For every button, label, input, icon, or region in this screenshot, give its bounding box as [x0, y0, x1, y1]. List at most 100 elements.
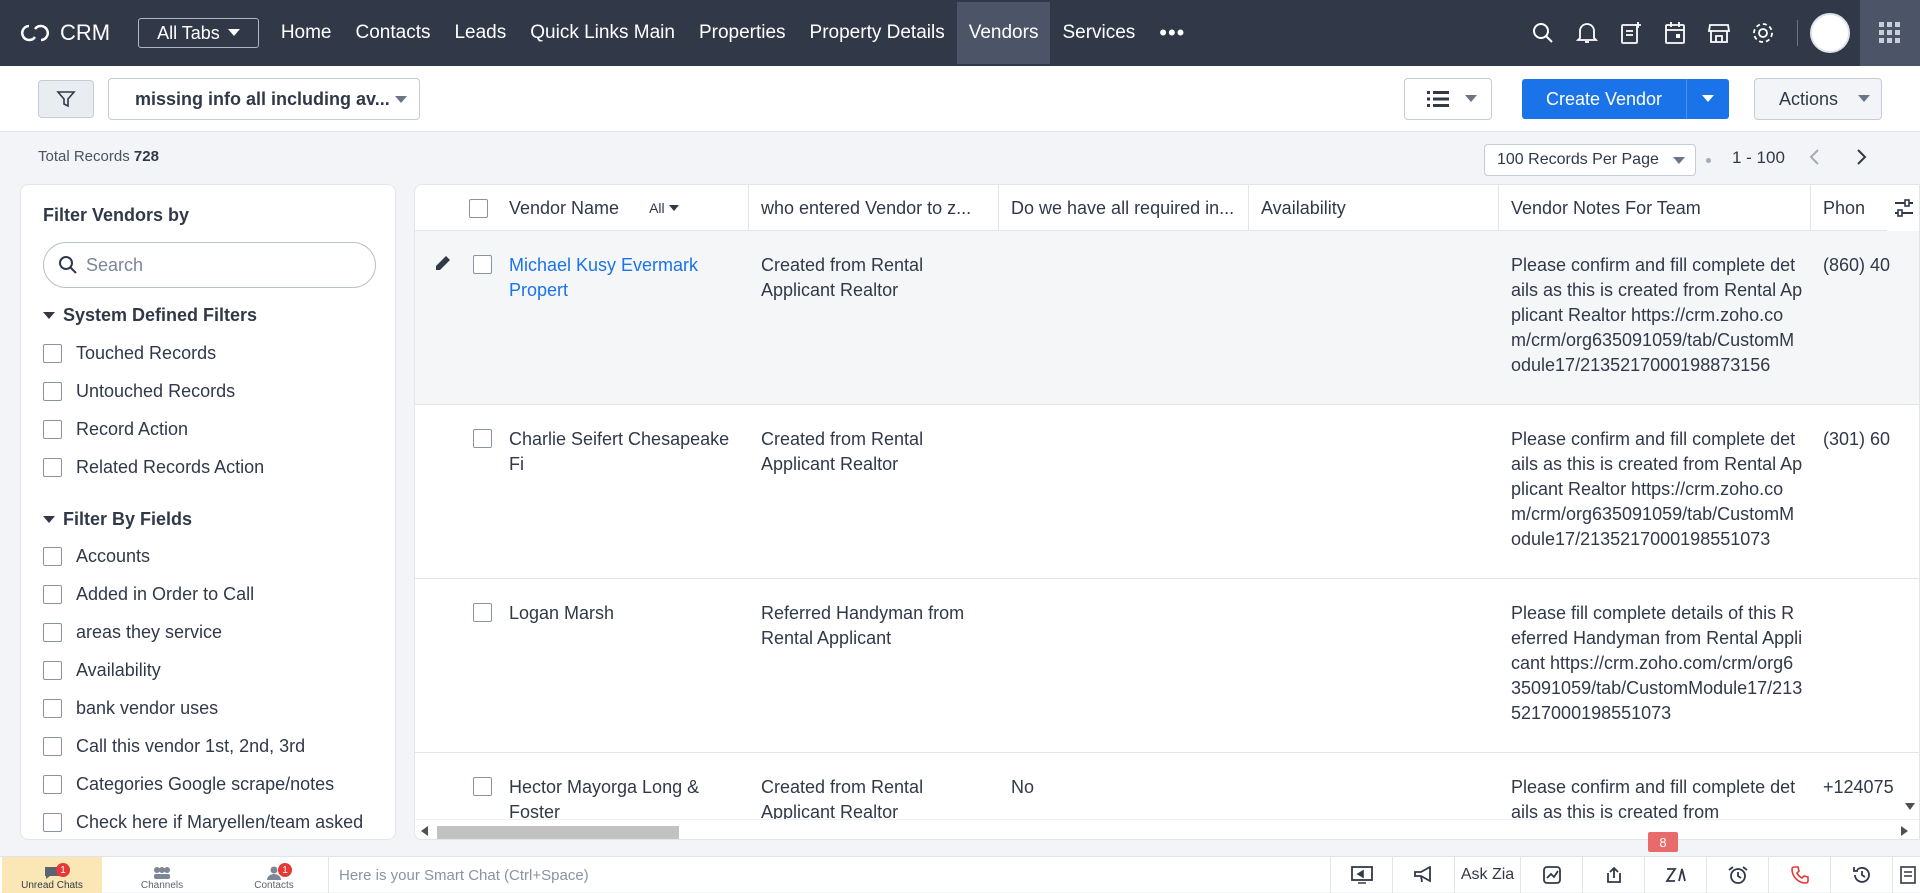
horizontal-scrollbar[interactable] [415, 819, 1919, 839]
apps-grid-icon[interactable] [1860, 0, 1920, 66]
filter-field-item[interactable]: Check here if Maryellen/team asked [43, 812, 363, 833]
tab-vendors[interactable]: Vendors [956, 2, 1051, 64]
name-filter-dropdown[interactable]: All [649, 200, 679, 216]
system-filters-section[interactable]: System Defined Filters [43, 305, 257, 326]
scroll-down-arrow-icon[interactable] [1905, 803, 1915, 811]
bell-icon[interactable] [1565, 11, 1609, 55]
filter-toggle-button[interactable] [38, 80, 94, 118]
tab-leads[interactable]: Leads [442, 2, 518, 64]
column-availability[interactable]: Availability [1249, 185, 1499, 231]
phone-icon[interactable] [1768, 857, 1830, 893]
scroll-right-arrow-icon[interactable] [1901, 826, 1909, 836]
field-filters-section[interactable]: Filter By Fields [43, 509, 192, 530]
row-checkbox[interactable] [473, 777, 492, 796]
chevron-right-icon[interactable] [1856, 148, 1868, 166]
filter-touched-records[interactable]: Touched Records [43, 343, 216, 364]
all-tabs-dropdown[interactable]: All Tabs [138, 18, 259, 48]
table-row[interactable]: Charlie Seifert Chesapeake Fi Created fr… [415, 405, 1919, 579]
unread-chats-tab[interactable]: 1 Unread Chats [2, 857, 102, 893]
checkbox[interactable] [43, 585, 62, 604]
vendor-name-cell[interactable]: Charlie Seifert Chesapeake Fi [509, 427, 739, 477]
chevron-left-icon[interactable] [1808, 148, 1820, 166]
checkbox[interactable] [43, 623, 62, 642]
filter-record-action[interactable]: Record Action [43, 419, 188, 440]
records-per-page-dropdown[interactable]: 100 Records Per Page [1484, 144, 1696, 176]
channels-tab[interactable]: Channels [112, 857, 212, 893]
checkbox[interactable] [43, 737, 62, 756]
tab-home[interactable]: Home [269, 2, 344, 64]
filter-field-item[interactable]: Categories Google scrape/notes [43, 774, 334, 795]
filter-field-item[interactable]: Accounts [43, 546, 150, 567]
checkbox[interactable] [43, 458, 62, 477]
sidebar-search-input[interactable]: Search [43, 242, 376, 288]
pencil-icon[interactable] [433, 253, 453, 273]
create-options-dropdown[interactable] [1686, 79, 1729, 119]
column-vendor-name[interactable]: Vendor Name All [497, 185, 749, 231]
crm-logo[interactable]: CRM [20, 20, 110, 46]
table-row[interactable]: Logan Marsh Referred Handyman from Renta… [415, 579, 1919, 753]
checkbox[interactable] [43, 813, 62, 832]
actions-dropdown[interactable]: Actions [1754, 78, 1882, 120]
row-checkbox[interactable] [473, 429, 492, 448]
filter-untouched-records[interactable]: Untouched Records [43, 381, 235, 402]
checkbox[interactable] [43, 547, 62, 566]
calendar-icon[interactable] [1653, 11, 1697, 55]
tab-services[interactable]: Services [1050, 2, 1147, 64]
column-settings-icon[interactable] [1887, 185, 1919, 231]
who-entered-cell: Referred Handyman from Rental Applicant [761, 603, 965, 648]
create-vendor-button[interactable]: Create Vendor [1522, 79, 1729, 119]
actions-label: Actions [1779, 88, 1839, 109]
tab-property-details[interactable]: Property Details [798, 2, 957, 64]
custom-view-dropdown[interactable]: missing info all including av... [108, 78, 420, 120]
marketplace-icon[interactable] [1697, 11, 1741, 55]
checkbox[interactable] [43, 661, 62, 680]
notes-icon[interactable] [1892, 857, 1920, 893]
notification-count-badge: 8 [1648, 832, 1678, 852]
checkbox[interactable] [43, 420, 62, 439]
column-vendor-notes[interactable]: Vendor Notes For Team [1499, 185, 1811, 231]
scrollbar-thumb[interactable] [437, 826, 679, 839]
checkbox[interactable] [43, 775, 62, 794]
checkbox[interactable] [43, 382, 62, 401]
external-link-icon[interactable] [1582, 857, 1644, 893]
checkbox[interactable] [43, 699, 62, 718]
checkbox[interactable] [43, 344, 62, 363]
column-required-info[interactable]: Do we have all required in... [999, 185, 1249, 231]
scroll-left-arrow-icon[interactable] [421, 826, 429, 836]
history-icon[interactable] [1830, 857, 1892, 893]
list-view-switcher[interactable] [1404, 78, 1492, 120]
alarm-clock-icon[interactable] [1706, 857, 1768, 893]
search-icon[interactable] [1521, 11, 1565, 55]
tab-properties[interactable]: Properties [687, 2, 798, 64]
avatar[interactable] [1810, 13, 1850, 53]
filter-field-item[interactable]: bank vendor uses [43, 698, 218, 719]
filter-field-item[interactable]: areas they service [43, 622, 222, 643]
column-who-entered[interactable]: who entered Vendor to z... [749, 185, 999, 231]
vendor-name-cell[interactable]: Hector Mayorga Long & Foster [509, 775, 739, 825]
gear-icon[interactable] [1741, 11, 1785, 55]
row-checkbox[interactable] [473, 603, 492, 622]
all-tabs-label: All Tabs [157, 22, 220, 43]
filter-label: Touched Records [76, 343, 217, 363]
zia-insights-icon[interactable] [1520, 857, 1582, 893]
ask-zia-button[interactable]: Ask Zia [1454, 857, 1520, 893]
select-all-checkbox[interactable] [469, 198, 488, 218]
add-note-icon[interactable] [1609, 11, 1653, 55]
filter-related-records-action[interactable]: Related Records Action [43, 457, 264, 478]
tab-contacts[interactable]: Contacts [344, 2, 443, 64]
column-phone[interactable]: Phon [1811, 185, 1891, 231]
megaphone-icon[interactable] [1392, 857, 1454, 893]
filter-field-item[interactable]: Availability [43, 660, 161, 681]
filter-field-item[interactable]: Call this vendor 1st, 2nd, 3rd [43, 736, 305, 757]
more-tabs-button[interactable]: ••• [1147, 0, 1197, 66]
filter-field-item[interactable]: Added in Order to Call [43, 584, 254, 605]
zia-icon[interactable] [1644, 857, 1706, 893]
vendor-name-cell[interactable]: Logan Marsh [509, 601, 739, 626]
screen-share-icon[interactable] [1330, 857, 1392, 893]
contacts-tab[interactable]: 1 Contacts [224, 857, 324, 893]
row-checkbox[interactable] [473, 255, 492, 274]
tab-quick-links-main[interactable]: Quick Links Main [518, 2, 687, 64]
vendor-name-link[interactable]: Michael Kusy Evermark Propert [509, 253, 739, 303]
smart-chat-input[interactable]: Here is your Smart Chat (Ctrl+Space) [328, 857, 1330, 893]
table-row[interactable]: Michael Kusy Evermark Propert Created fr… [415, 231, 1919, 405]
